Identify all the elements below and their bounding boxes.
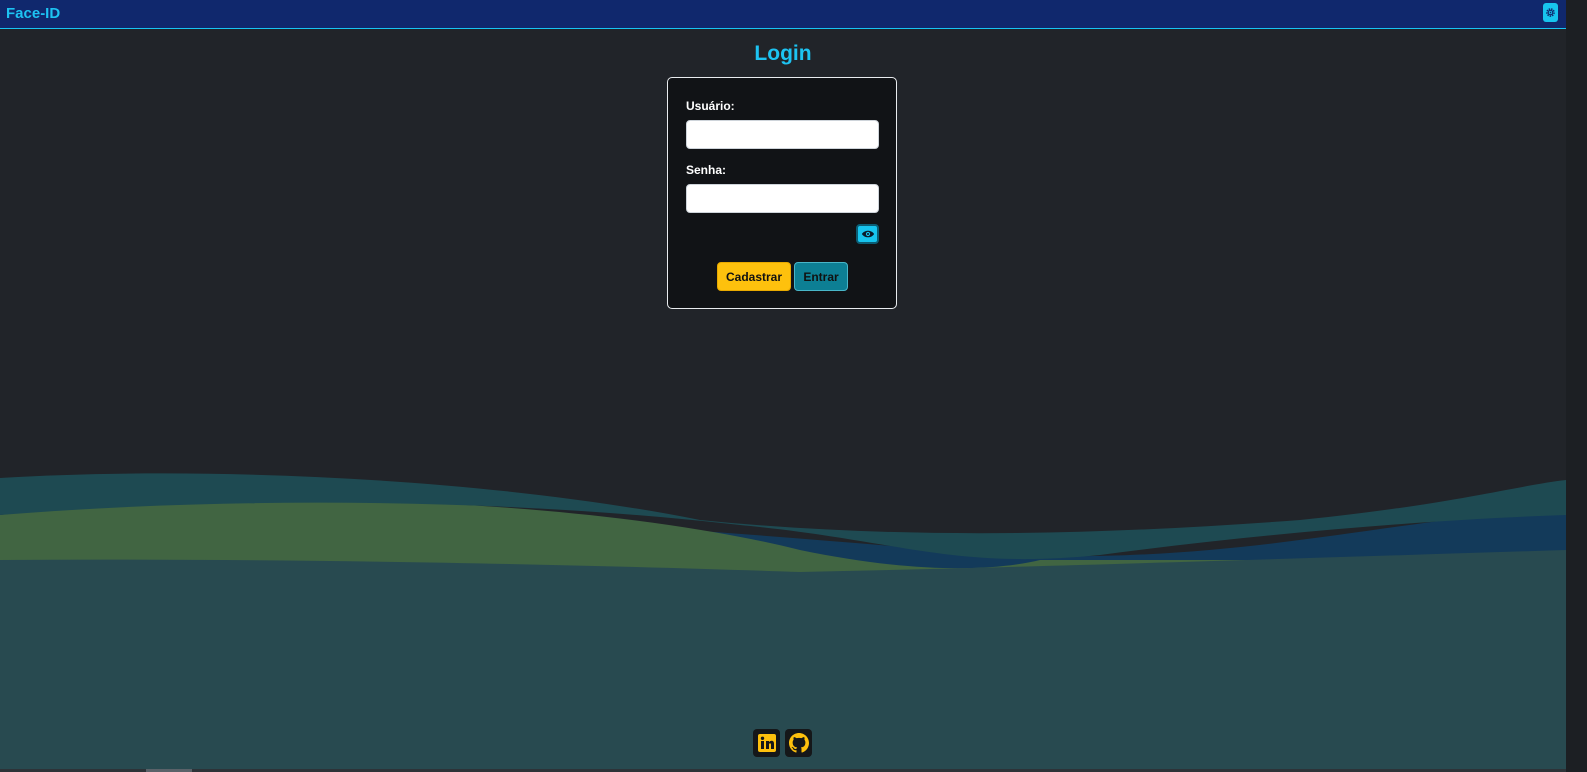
github-icon [788, 733, 809, 753]
vertical-scrollbar[interactable] [1566, 0, 1587, 772]
gear-icon [1546, 8, 1555, 17]
username-label: Usuário: [686, 99, 735, 113]
submit-button[interactable]: Entrar [794, 262, 848, 291]
top-navbar: Face-ID [0, 0, 1566, 29]
linkedin-link[interactable] [753, 729, 780, 757]
login-form: Usuário: Senha: Cadastrar Entrar [667, 77, 897, 309]
github-link[interactable] [785, 729, 812, 757]
password-label: Senha: [686, 163, 727, 177]
wave-background [0, 473, 1566, 772]
linkedin-icon [757, 734, 776, 752]
wave-teal-bottom-layer [0, 550, 1566, 772]
password-input[interactable] [686, 184, 879, 213]
toggle-password-button[interactable] [856, 224, 879, 244]
settings-button[interactable] [1543, 3, 1558, 22]
brand-link[interactable]: Face-ID [6, 5, 60, 22]
page-title: Login [754, 42, 812, 65]
username-input[interactable] [686, 120, 879, 149]
page: Face-ID Login Usuário: Senha: Cadastrar … [0, 0, 1587, 772]
eye-icon [861, 230, 874, 238]
register-button[interactable]: Cadastrar [717, 262, 791, 291]
